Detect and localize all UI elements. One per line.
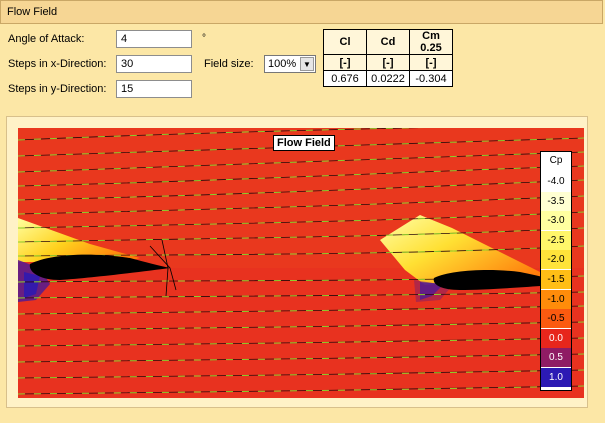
legend-item: -4.0 xyxy=(541,172,571,191)
legend-item: -3.0 xyxy=(541,211,571,231)
cp-legend: Cp -4.0 -3.5 -3.0 -2.5 -2.0 -1.5 -1.0 -0.5 0.0 0.… xyxy=(540,151,572,391)
legend-item: 1.0 xyxy=(541,368,571,387)
legend-item: -1.0 xyxy=(541,289,571,309)
legend-item: -2.5 xyxy=(541,230,571,250)
flow-field-plot xyxy=(18,128,584,398)
plot-title: Flow Field xyxy=(273,135,335,151)
legend-item: -0.5 xyxy=(541,309,571,329)
legend-item: -1.5 xyxy=(541,270,571,289)
legend-title: Cp xyxy=(549,155,563,166)
legend-item: 0.5 xyxy=(541,348,571,368)
legend-item: -2.0 xyxy=(541,250,571,270)
legend-item: 0.0 xyxy=(541,328,571,348)
legend-item: -3.5 xyxy=(541,191,571,211)
